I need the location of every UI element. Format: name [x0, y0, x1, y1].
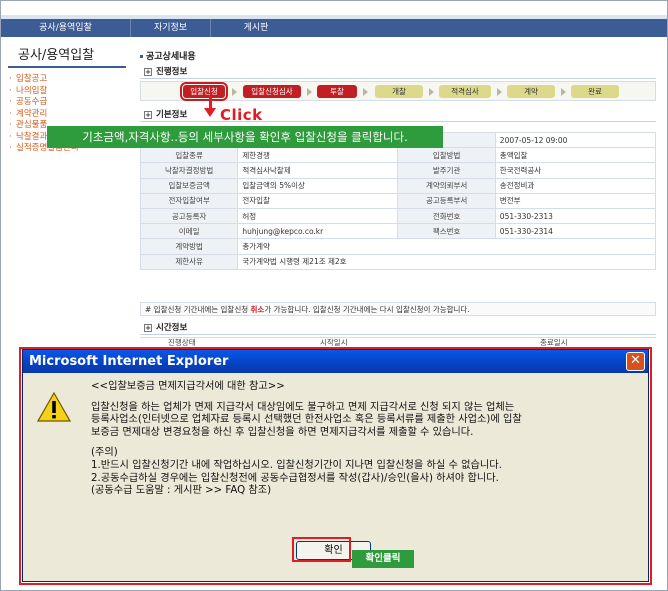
notice-text-highlight: 취소 [250, 305, 265, 314]
sidebar-item-joint-supply[interactable]: 공동수급 [8, 97, 126, 109]
sidebar-item-my-bids[interactable]: 나의입찰 [8, 86, 126, 98]
table-value: 총가계약 [237, 238, 656, 255]
table-label: 계약의뢰부서 [397, 177, 496, 194]
arrow-right-icon [232, 88, 237, 96]
time-info-table: 진행상태 시작일시 종료일시 [140, 337, 656, 347]
table-value: 변전부 [494, 192, 657, 209]
dialog-paragraph: 입찰신청을 하는 업체가 면제 지급각서 대상임에도 불구하고 면제 지급각서로… [91, 401, 522, 438]
table-value: 전자입찰 [237, 192, 399, 209]
arrow-down-icon [204, 108, 216, 117]
time-info-title: 시간정보 [156, 323, 188, 333]
table-row: 낙찰자결정방법 적격심사낙찰제 발주기관 한국전력공사 [139, 162, 657, 179]
table-row: 공고등록자 허정 전화번호 051-330-2313 [139, 207, 657, 225]
table-row: 이메일 huhjung@kepco.co.kr 팩스번호 051-330-231… [139, 223, 657, 240]
table-value: 제한경쟁 [237, 147, 399, 164]
dialog-message: <<입찰보증금 면제지급각서에 대한 참고>> 입찰신청을 하는 업체가 면제 … [91, 381, 643, 498]
ok-button-highlight [292, 537, 351, 562]
table-label: 팩스번호 [397, 223, 496, 240]
dialog-heading: <<입찰보증금 면제지급각서에 대한 참고>> [91, 381, 285, 392]
step-bid-review: 입찰신청심사 [243, 85, 301, 98]
table-value: 2007-05-12 09:00 [494, 131, 657, 149]
basic-info-table: 2007-05-12 09:00 입찰종류 제한경쟁 입찰방법 총액입찰 낙찰자… [139, 131, 657, 270]
table-label: 입찰방법 [397, 147, 496, 164]
sidebar-title: 공사/용역입찰 [8, 44, 126, 68]
table-label: 공고등록부서 [397, 192, 496, 209]
arrow-right-icon [307, 88, 312, 96]
table-value: 적격심사낙찰제 [237, 162, 399, 179]
table-label: 전자입찰여부 [139, 192, 239, 209]
notice-text-post: 가 가능합니다. 입찰신청 기간내에는 다시 입찰신청이 가능합니다. [264, 305, 470, 314]
dialog-caution: (주의) 1.반드시 입찰신청기간 내에 작업하십시오. 입찰신청기간이 지나면… [91, 447, 502, 497]
table-row: 제한사유 국가계약법 시행령 제21조 제2호 [139, 253, 656, 270]
warning-icon [37, 392, 71, 422]
table-row: 계약방법 총가계약 [139, 238, 656, 255]
table-value: 051-330-2313 [494, 207, 657, 225]
close-icon[interactable]: ✕ [626, 352, 645, 371]
table-label: 계약방법 [139, 238, 239, 255]
table-value: 송전정비과 [494, 177, 657, 194]
table-label: 낙찰자결정방법 [139, 162, 239, 179]
table-value: 입찰금액의 5%이상 [237, 177, 399, 194]
step-opening: 개찰 [375, 85, 423, 98]
page-title: 공고상세내용 [140, 50, 196, 64]
progress-title: 진행정보 [156, 67, 188, 77]
basic-info-title: 기본정보 [156, 110, 188, 120]
table-label: 제한사유 [139, 253, 239, 270]
table-label: 발주기관 [397, 162, 496, 179]
step-bid-apply[interactable]: 입찰신청 [180, 82, 228, 101]
arrow-right-icon [561, 88, 566, 96]
step-qualification: 적격심사 [439, 85, 491, 98]
arrow-right-icon [429, 88, 434, 96]
table-value: 국가계약법 시행령 제21조 제2호 [237, 253, 656, 270]
expand-icon[interactable]: + [144, 68, 152, 76]
step-contract: 계약 [507, 85, 555, 98]
progress-header: + 진행정보 [140, 66, 656, 79]
ok-click-label: 확인클릭 [352, 550, 414, 568]
nav-item-bidding[interactable]: 공사/용역입찰 [1, 19, 131, 37]
table-value: 051-330-2314 [494, 223, 657, 240]
instruction-banner: 기초금액,자격사항..등의 세부사항을 확인후 입찰신청을 클릭합니다. [47, 126, 443, 148]
notice-text-pre: # 입찰신청 기간내에는 입찰신청 [145, 305, 251, 314]
table-row: 전자입찰여부 전자입찰 공고등록부서 변전부 [139, 192, 657, 209]
table-row: 입찰보증금액 입찰금액의 5%이상 계약의뢰부서 송전정비과 [139, 177, 657, 194]
click-annotation: Click [220, 106, 263, 124]
table-label: 공고등록자 [139, 207, 239, 225]
dialog-title-bar: Microsoft Internet Explorer [23, 350, 648, 373]
expand-icon[interactable]: + [144, 111, 152, 119]
table-value: 한국전력공사 [494, 162, 657, 179]
dialog-title: Microsoft Internet Explorer [29, 354, 229, 369]
arrow-right-icon [363, 88, 368, 96]
time-info-header: + 시간정보 [140, 322, 656, 335]
table-label: 입찰종류 [139, 147, 239, 164]
cancel-notice: # 입찰신청 기간내에는 입찰신청 취소가 가능합니다. 입찰신청 기간내에는 … [140, 302, 656, 316]
expand-icon[interactable]: + [144, 324, 152, 332]
basic-info-header: + 기본정보 [140, 109, 656, 122]
top-navigation: 공사/용역입찰 자기정보 게시판 [1, 1, 667, 37]
arrow-right-icon [497, 88, 502, 96]
table-label: 이메일 [139, 223, 239, 240]
table-value: huhjung@kepco.co.kr [237, 223, 399, 240]
progress-steps: 입찰신청 입찰신청심사 투찰 개찰 적격심사 계약 완료 [140, 81, 656, 101]
sidebar-item-contract[interactable]: 계약관리 [8, 109, 126, 121]
table-value: 허정 [237, 207, 399, 225]
sidebar-item-bid-notice[interactable]: 입찰공고 [8, 74, 126, 86]
nav-item-my-info[interactable]: 자기정보 [131, 19, 211, 37]
table-value: 총액입찰 [494, 147, 657, 164]
table-row: 입찰종류 제한경쟁 입찰방법 총액입찰 [139, 147, 657, 164]
nav-item-board[interactable]: 게시판 [211, 19, 301, 37]
step-tender: 투찰 [317, 85, 357, 98]
step-complete: 완료 [571, 85, 619, 98]
table-label: 입찰보증금액 [139, 177, 239, 194]
table-label: 전화번호 [397, 207, 496, 225]
